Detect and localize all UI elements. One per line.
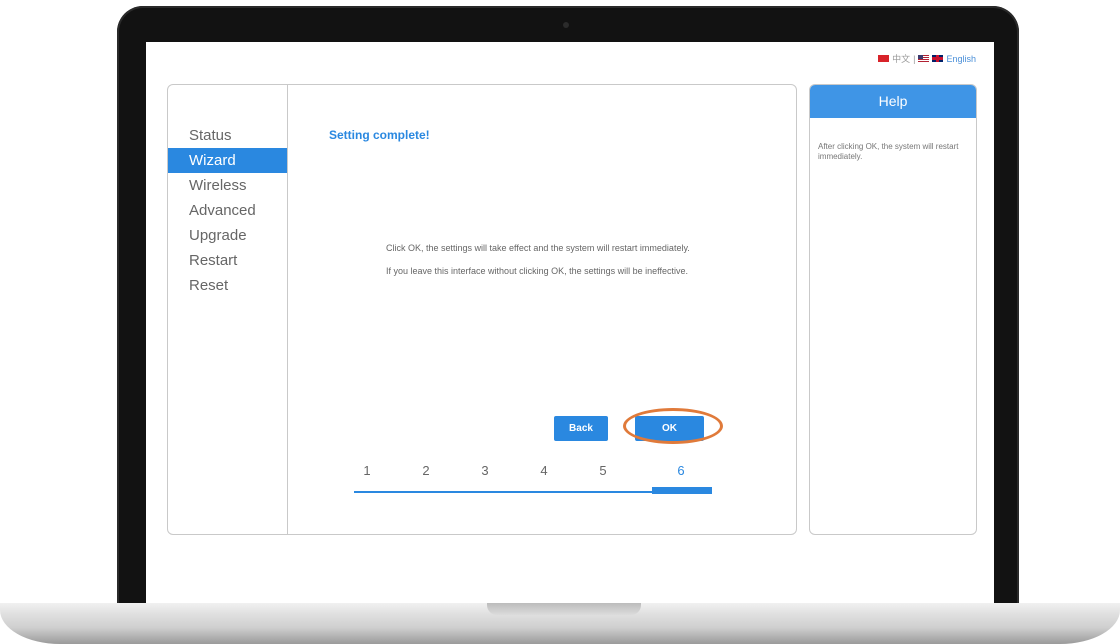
sidebar-item-status[interactable]: Status (168, 123, 287, 148)
step-3: 3 (481, 463, 489, 478)
step-5: 5 (599, 463, 607, 478)
step-current-marker (652, 487, 712, 494)
page-title: Setting complete! (329, 128, 430, 142)
help-title: Help (810, 85, 976, 118)
step-indicator: 1 2 3 4 5 6 (354, 463, 714, 494)
sidebar-item-wizard[interactable]: Wizard (168, 148, 287, 173)
wizard-content: Setting complete! Click OK, the settings… (288, 85, 796, 534)
uk-flag-icon[interactable] (932, 55, 944, 62)
language-separator: | (913, 53, 916, 64)
message-restart: Click OK, the settings will take effect … (386, 243, 690, 253)
step-2: 2 (422, 463, 430, 478)
step-6: 6 (677, 463, 685, 478)
step-1: 1 (363, 463, 371, 478)
main-panel: Status Wizard Wireless Advanced Upgrade … (167, 84, 797, 535)
laptop-notch (487, 603, 641, 615)
chinese-link[interactable]: 中文 (892, 52, 910, 65)
sidebar-item-reset[interactable]: Reset (168, 273, 287, 298)
sidebar: Status Wizard Wireless Advanced Upgrade … (168, 85, 288, 534)
language-switcher: 中文 | English (878, 52, 976, 65)
back-button[interactable]: Back (554, 416, 608, 441)
china-flag-icon[interactable] (878, 55, 890, 62)
screen: 中文 | English Status Wizard Wireless Adva… (146, 42, 994, 604)
us-flag-icon[interactable] (918, 55, 930, 62)
sidebar-item-wireless[interactable]: Wireless (168, 173, 287, 198)
sidebar-item-advanced[interactable]: Advanced (168, 198, 287, 223)
wizard-message: Click OK, the settings will take effect … (386, 243, 726, 289)
help-panel: Help After clicking OK, the system will … (809, 84, 977, 535)
message-warning: If you leave this interface without clic… (386, 266, 688, 276)
sidebar-nav: Status Wizard Wireless Advanced Upgrade … (168, 123, 287, 298)
ok-highlight-circle (623, 408, 723, 444)
step-4: 4 (540, 463, 548, 478)
english-link[interactable]: English (946, 54, 976, 64)
help-text: After clicking OK, the system will resta… (818, 142, 959, 161)
sidebar-item-upgrade[interactable]: Upgrade (168, 223, 287, 248)
sidebar-item-restart[interactable]: Restart (168, 248, 287, 273)
webcam-icon (563, 22, 569, 28)
